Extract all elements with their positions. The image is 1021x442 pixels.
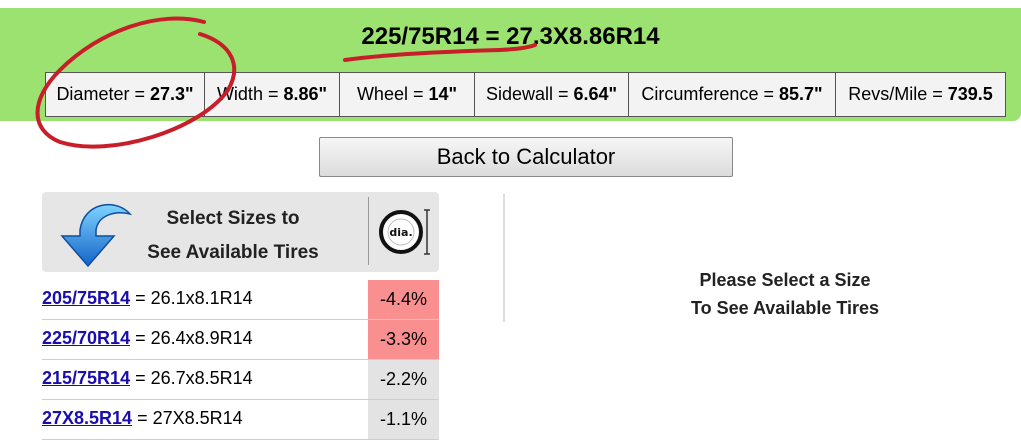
spec-diameter-value: 27.3" [149,84,194,104]
result-header: 225/75R14 = 27.3X8.86R14 Diameter = 27.3"… [0,8,1021,121]
size-equivalent: = 26.1x8.1R14 [135,288,253,308]
spec-revs-mile-value: 739.5 [947,84,993,104]
size-link[interactable]: 27X8.5R14 [42,408,132,428]
spec-diameter: Diameter = 27.3" [45,72,204,117]
spec-revs-mile-label: Revs/Mile = [848,84,943,104]
spec-revs-mile: Revs/Mile = 739.5 [835,72,1006,117]
size-equivalent: = 26.7x8.5R14 [135,368,253,388]
spec-sidewall-value: 6.64" [573,84,618,104]
list-item: 205/75R14 = 26.1x8.1R14 -4.4% [42,280,439,320]
diameter-diff-cell: -2.2% [368,360,439,399]
list-item: 27X8.5R14 = 27X8.5R14 -1.1% [42,400,439,440]
size-equivalent: = 26.4x8.9R14 [135,328,253,348]
diameter-icon-text: dia. [389,226,412,239]
select-sizes-line2: See Available Tires [147,242,319,263]
size-link[interactable]: 215/75R14 [42,368,130,388]
spec-width-value: 8.86" [283,84,328,104]
size-equivalence: 215/75R14 = 26.7x8.5R14 [42,368,253,389]
diameter-diff-cell: -1.1% [368,400,439,439]
spec-sidewall: Sidewall = 6.64" [474,72,628,117]
diameter-diff-cell: -3.3% [368,320,439,359]
curved-arrow-down-icon [60,203,132,268]
select-size-message: Please Select a Size To See Available Ti… [650,266,920,322]
spec-circumference-label: Circumference = [641,84,774,104]
spec-bar: Diameter = 27.3" Width = 8.86" Wheel = 14" … [45,72,1006,119]
size-link[interactable]: 205/75R14 [42,288,130,308]
select-sizes-heading: Select Sizes to See Available Tires [142,202,324,270]
back-to-calculator-button[interactable]: Back to Calculator [319,137,733,177]
spec-wheel-label: Wheel = [356,84,424,104]
select-sizes-line1: Select Sizes to [166,208,300,229]
size-conversion-title: 225/75R14 = 27.3X8.86R14 [361,23,660,50]
diameter-icon: dia. [379,209,430,255]
spec-wheel-value: 14" [428,84,458,104]
spec-width: Width = 8.86" [204,72,339,117]
spec-wheel: Wheel = 14" [339,72,474,117]
spec-sidewall-label: Sidewall = [485,84,569,104]
spec-width-label: Width = [216,84,279,104]
alternative-sizes-list: 205/75R14 = 26.1x8.1R14 -4.4% 225/70R14 … [42,280,439,440]
list-item: 215/75R14 = 26.7x8.5R14 -2.2% [42,360,439,400]
size-link[interactable]: 225/70R14 [42,328,130,348]
spec-diameter-label: Diameter = [56,84,145,104]
select-size-message-line2: To See Available Tires [690,298,880,318]
spec-circumference: Circumference = 85.7" [628,72,835,117]
size-equivalence: 205/75R14 = 26.1x8.1R14 [42,288,253,309]
column-divider [503,194,505,322]
diameter-diff-cell: -4.4% [368,280,439,319]
list-item: 225/70R14 = 26.4x8.9R14 -3.3% [42,320,439,360]
size-equivalent: = 27X8.5R14 [137,408,243,428]
size-equivalence: 27X8.5R14 = 27X8.5R14 [42,408,243,429]
select-size-message-line1: Please Select a Size [699,270,871,290]
size-equivalence: 225/70R14 = 26.4x8.9R14 [42,328,253,349]
spec-circumference-value: 85.7" [778,84,823,104]
select-sizes-panel: Select Sizes to See Available Tires dia. [42,192,439,272]
panel-divider [368,197,369,265]
